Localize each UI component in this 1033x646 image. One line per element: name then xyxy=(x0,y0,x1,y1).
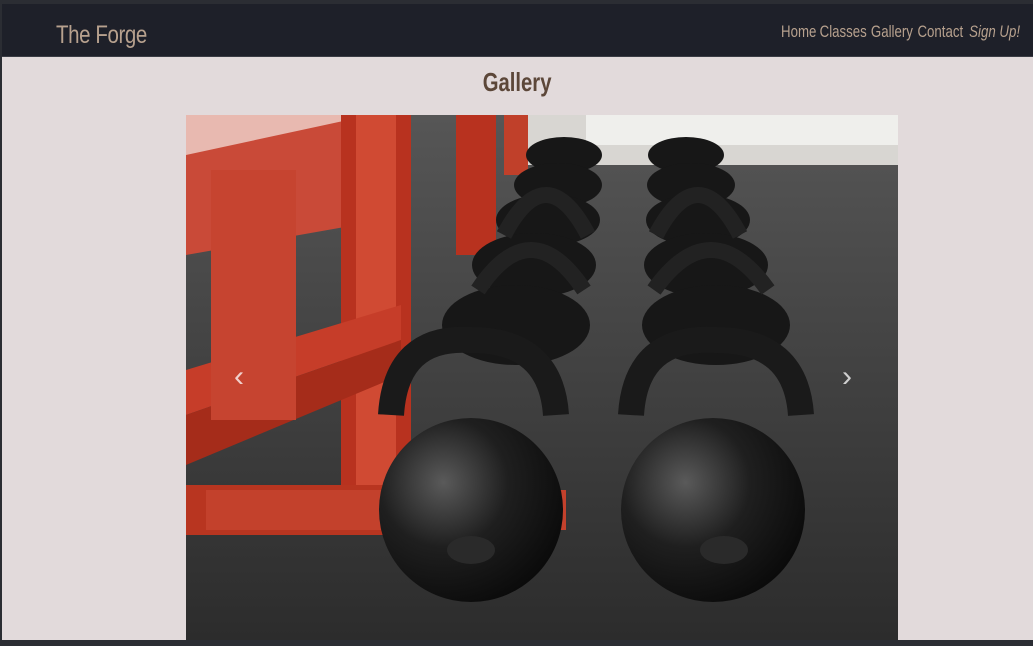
nav-classes-link[interactable]: Classes xyxy=(820,22,867,42)
nav-home-link[interactable]: Home xyxy=(781,22,816,42)
page-title: Gallery xyxy=(2,67,1033,98)
nav-contact-link[interactable]: Contact xyxy=(918,22,964,42)
nav-signup-link[interactable]: Sign Up! xyxy=(969,22,1020,42)
top-navbar: The Forge Home Classes Gallery Contact S… xyxy=(2,4,1033,57)
carousel-next-icon[interactable]: › xyxy=(842,362,852,392)
nav-menu: Home Classes Gallery Contact Sign Up! xyxy=(780,22,1023,42)
gallery-carousel[interactable]: ‹ › xyxy=(186,115,898,640)
brand-logo[interactable]: The Forge xyxy=(56,21,147,50)
bottom-bar xyxy=(0,640,1033,646)
page-title-text: Gallery xyxy=(483,67,552,97)
page-frame: The Forge Home Classes Gallery Contact S… xyxy=(2,4,1033,640)
carousel-prev-icon[interactable]: ‹ xyxy=(234,362,244,392)
kettlebell-photo xyxy=(186,115,898,640)
nav-gallery-link[interactable]: Gallery xyxy=(871,22,913,42)
